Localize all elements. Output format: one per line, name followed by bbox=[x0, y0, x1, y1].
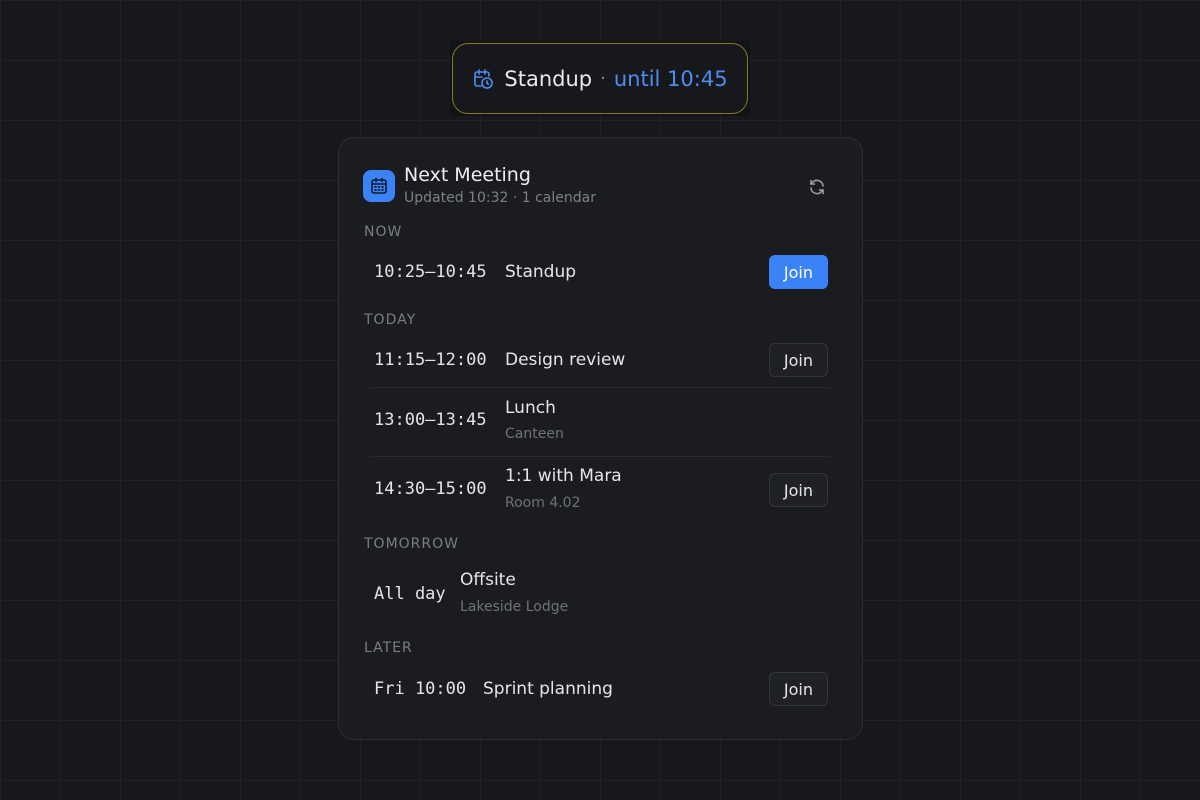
join-button[interactable]: Join bbox=[768, 473, 828, 507]
calendar-clock-icon bbox=[472, 68, 494, 90]
meeting-title: Sprint planning bbox=[483, 679, 613, 699]
next-meeting-card: Next Meeting Updated 10:32 · 1 calendar … bbox=[338, 137, 863, 740]
meeting-row[interactable]: All day Offsite Lakeside Lodge bbox=[363, 562, 837, 626]
meeting-title: Lunch bbox=[505, 398, 556, 418]
card-subtitle: Updated 10:32 · 1 calendar bbox=[404, 190, 596, 206]
meeting-title: 1:1 with Mara bbox=[505, 466, 622, 486]
join-button[interactable]: Join bbox=[768, 672, 828, 706]
status-pill-container: Standup · until 10:45 bbox=[450, 41, 750, 116]
pill-meeting-title: Standup bbox=[504, 66, 593, 91]
section-label-now: NOW bbox=[364, 224, 403, 240]
join-button[interactable]: Join bbox=[768, 255, 828, 289]
meeting-title: Design review bbox=[505, 350, 626, 370]
section-label-tomorrow: TOMORROW bbox=[364, 536, 459, 552]
current-meeting-pill[interactable]: Standup · until 10:45 bbox=[452, 43, 748, 114]
meeting-title: Offsite bbox=[460, 570, 516, 590]
meeting-time: 11:15–12:00 bbox=[374, 350, 487, 370]
meeting-row[interactable]: Fri 10:00 Sprint planning Join bbox=[363, 666, 837, 712]
meeting-row[interactable]: 10:25–10:45 Standup Join bbox=[363, 250, 837, 294]
pill-separator: · bbox=[600, 68, 606, 89]
meeting-title: Standup bbox=[505, 262, 577, 282]
pill-until-time: until 10:45 bbox=[613, 66, 728, 91]
meeting-row[interactable]: 14:30–15:00 1:1 with Mara Room 4.02 Join bbox=[363, 456, 837, 522]
meeting-time: All day bbox=[374, 584, 446, 604]
meeting-location: Lakeside Lodge bbox=[460, 599, 569, 615]
meeting-location: Room 4.02 bbox=[505, 495, 581, 511]
calendar-icon bbox=[363, 170, 395, 202]
refresh-icon[interactable] bbox=[806, 176, 828, 198]
meeting-location: Canteen bbox=[505, 426, 564, 442]
meeting-time: Fri 10:00 bbox=[374, 679, 467, 699]
meeting-time: 13:00–13:45 bbox=[374, 410, 487, 430]
card-header: Next Meeting Updated 10:32 · 1 calendar bbox=[363, 162, 838, 208]
section-label-later: LATER bbox=[364, 640, 413, 656]
meeting-row[interactable]: 13:00–13:45 Lunch Canteen bbox=[363, 387, 837, 453]
meeting-row[interactable]: 11:15–12:00 Design review Join bbox=[363, 338, 837, 384]
join-button[interactable]: Join bbox=[768, 343, 828, 377]
meeting-time: 14:30–15:00 bbox=[374, 479, 487, 499]
meeting-time: 10:25–10:45 bbox=[374, 262, 487, 282]
section-label-today: TODAY bbox=[364, 312, 417, 328]
card-title: Next Meeting bbox=[404, 164, 531, 186]
